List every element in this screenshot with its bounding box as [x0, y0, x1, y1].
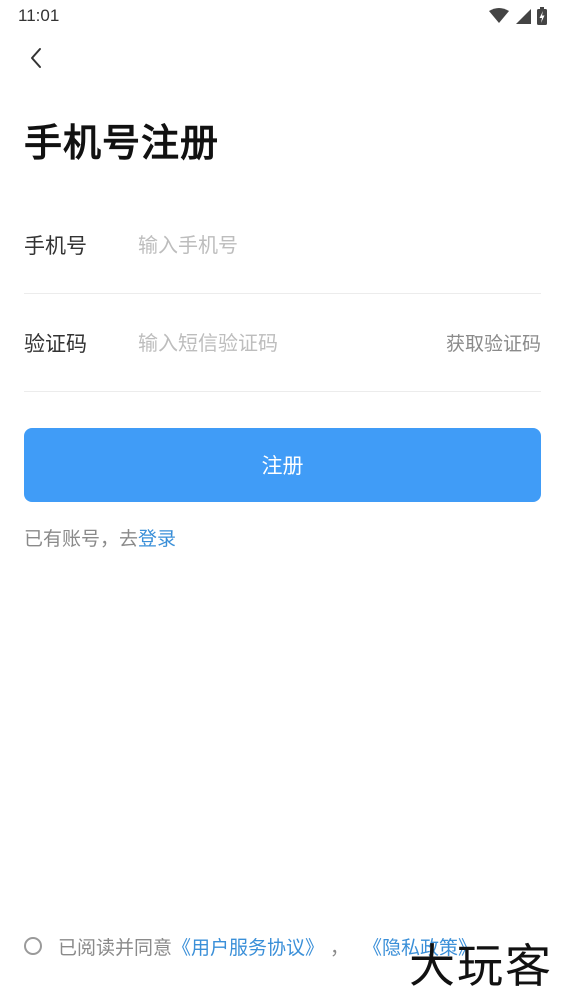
status-icons [489, 7, 547, 25]
agreement-prefix: 已阅读并同意 [58, 936, 173, 959]
code-label: 验证码 [24, 331, 87, 356]
status-bar: 11:01 [0, 0, 565, 32]
watermark-logo: 大玩客 [409, 939, 553, 993]
login-link[interactable]: 登录 [138, 528, 176, 550]
register-button[interactable]: 注册 [24, 428, 541, 502]
code-row: 验证码 获取验证码 [24, 294, 541, 392]
sms-code-input[interactable] [138, 322, 446, 363]
phone-input[interactable] [138, 224, 541, 265]
phone-row: 手机号 [24, 196, 541, 294]
page-title: 手机号注册 [24, 121, 220, 165]
battery-charging-icon [537, 7, 547, 25]
phone-label: 手机号 [24, 233, 87, 258]
login-prompt-text: 已有账号，去 [24, 528, 139, 550]
agreement-radio[interactable] [24, 937, 42, 955]
chevron-left-icon [31, 48, 41, 68]
login-prompt: 已有账号，去登录 [24, 524, 176, 551]
user-agreement-link[interactable]: 《用户服务协议》 [172, 933, 324, 960]
status-time: 11:01 [18, 6, 60, 25]
wifi-icon [489, 8, 509, 23]
cellular-signal-icon [516, 9, 531, 24]
agreement-separator: ， [330, 936, 350, 959]
get-code-button[interactable]: 获取验证码 [446, 329, 541, 356]
back-button[interactable] [22, 44, 50, 72]
